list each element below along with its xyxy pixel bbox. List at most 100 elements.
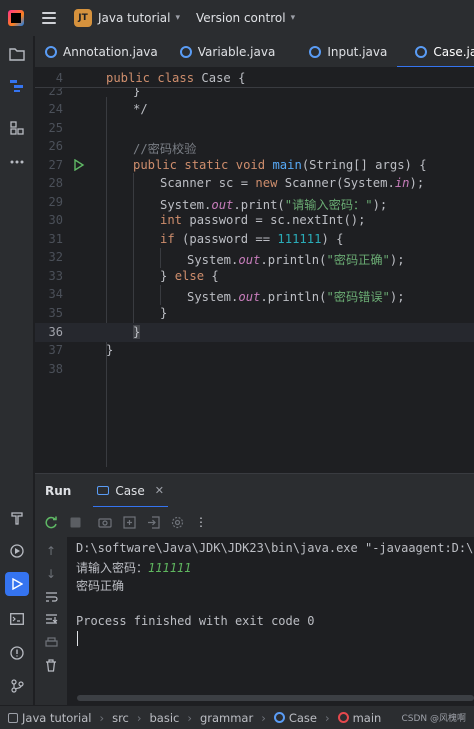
project-name[interactable]: Java tutorial (98, 11, 170, 25)
tab-label: Variable.java (197, 44, 276, 59)
run-toolbar: ⋮ (35, 507, 474, 537)
java-class-icon (273, 712, 285, 723)
left-tool-strip (0, 36, 34, 705)
console-command-line: D:\software\Java\JDK\JDK23\bin\java.exe … (76, 541, 474, 555)
chevron-down-icon[interactable]: ▾ (175, 13, 180, 23)
line-number: 37 (48, 343, 63, 357)
code-line-30: int password = sc.nextInt(); (160, 213, 366, 227)
breadcrumb-item[interactable]: Case (289, 711, 317, 725)
run-main-gutter-icon[interactable] (73, 158, 85, 172)
arrow-up-icon[interactable]: ↑ (43, 543, 59, 559)
run-panel-header: Run Case ✕ (35, 473, 474, 508)
tab-annotation[interactable]: Annotation.java (35, 36, 168, 67)
structure-icon[interactable] (7, 76, 27, 96)
code-line-34: System.out.println("密码错误"); (187, 290, 405, 304)
arrow-down-icon[interactable]: ↓ (43, 566, 59, 582)
intellij-logo-icon[interactable] (8, 10, 24, 26)
sticky-code: public class Case { (106, 71, 246, 85)
breadcrumb-separator: › (324, 710, 330, 725)
horizontal-scrollbar[interactable] (77, 695, 474, 701)
run-tab-case[interactable]: Case ✕ (93, 474, 168, 508)
line-number: 27 (48, 158, 63, 172)
breadcrumb-item[interactable]: main (353, 711, 382, 725)
code-editor[interactable]: 23 24 25 26 27 28 29 30 31 32 33 34 35 3… (35, 69, 474, 473)
plugins-icon[interactable] (7, 118, 27, 138)
indent-guide (106, 97, 107, 467)
run-panel-title: Run (45, 483, 72, 498)
code-line-27: public static void main(String[] args) { (133, 158, 427, 172)
java-class-icon (415, 45, 428, 58)
breadcrumb-separator: › (136, 710, 142, 725)
rerun-icon[interactable] (43, 514, 59, 530)
code-line-29: System.out.print("请输入密码："); (160, 198, 388, 212)
project-badge[interactable]: JT (74, 9, 92, 27)
line-number-current: 36 (48, 325, 63, 339)
line-number: 4 (55, 71, 63, 85)
problems-icon[interactable] (7, 643, 27, 663)
method-icon (337, 712, 349, 723)
terminal-icon[interactable] (7, 609, 27, 629)
line-number: 25 (48, 121, 63, 135)
status-bar: Java tutorial › src › basic › grammar › … (0, 705, 474, 729)
tab-input[interactable]: Input.java (285, 36, 397, 67)
chevron-down-icon[interactable]: ▾ (291, 13, 296, 23)
main-menu-icon[interactable] (42, 12, 56, 24)
sticky-scroll-header[interactable]: 4 public class Case { (35, 69, 474, 88)
version-control-menu[interactable]: Version control (196, 11, 286, 25)
close-icon[interactable]: ✕ (155, 484, 164, 497)
java-class-icon (309, 45, 322, 58)
breadcrumb-item[interactable]: src (112, 711, 129, 725)
watermark: CSDN @风槐啊 (401, 714, 466, 724)
line-number: 35 (48, 306, 63, 320)
more-tools-icon[interactable] (7, 152, 27, 172)
breadcrumb-item[interactable]: Java tutorial (22, 711, 91, 725)
soft-wrap-icon[interactable] (43, 589, 59, 605)
indent-guide (160, 285, 161, 305)
java-class-icon (179, 45, 192, 58)
more-options-icon[interactable]: ⋮ (193, 514, 209, 530)
code-line-31: if (password == 111111) { (160, 232, 344, 246)
indent-guide (160, 248, 161, 268)
code-line-32: System.out.println("密码正确"); (187, 253, 405, 267)
stop-icon[interactable] (67, 514, 83, 530)
tab-variable[interactable]: Variable.java (168, 36, 286, 67)
services-icon[interactable] (7, 541, 27, 561)
indent-guide (133, 173, 134, 329)
run-tool-icon[interactable] (5, 572, 29, 596)
line-number: 26 (48, 139, 63, 153)
console-result-line: 密码正确 (76, 579, 125, 593)
git-icon[interactable] (7, 676, 27, 696)
exit-icon[interactable] (145, 514, 161, 530)
breadcrumb-item[interactable]: basic (149, 711, 179, 725)
line-number: 30 (48, 213, 63, 227)
print-icon[interactable] (43, 635, 59, 651)
editor-tabs: Annotation.java Variable.java Input.java… (35, 36, 474, 68)
java-class-icon (45, 45, 57, 58)
line-number: 38 (48, 362, 63, 376)
console-icon (97, 486, 110, 495)
tab-label: Case.java (433, 44, 474, 59)
console-exit-line: Process finished with exit code 0 (76, 614, 315, 628)
line-number: 24 (48, 102, 63, 116)
settings-gear-icon[interactable] (169, 514, 185, 530)
line-number: 31 (48, 232, 63, 246)
trash-icon[interactable] (43, 657, 59, 673)
module-icon (8, 712, 18, 723)
console-output[interactable]: D:\software\Java\JDK\JDK23\bin\java.exe … (67, 537, 474, 705)
line-number: 33 (48, 269, 63, 283)
build-hammer-icon[interactable] (7, 508, 27, 528)
project-folder-icon[interactable] (7, 44, 27, 64)
breadcrumb-separator: › (187, 710, 192, 725)
tab-case[interactable]: Case.java (397, 36, 474, 67)
restore-layout-icon[interactable] (121, 514, 137, 530)
title-bar: JT Java tutorial ▾ Version control ▾ (0, 0, 474, 36)
camera-icon[interactable] (97, 514, 113, 530)
line-number: 28 (48, 176, 63, 190)
breadcrumb-item[interactable]: grammar (200, 711, 253, 725)
scroll-to-end-icon[interactable] (43, 612, 59, 628)
breadcrumb-separator: › (99, 710, 105, 725)
current-line-highlight (35, 323, 474, 342)
console-prompt-line: 请输入密码：111111 (76, 561, 192, 575)
run-tab-label: Case (115, 483, 145, 498)
line-number: 34 (48, 287, 63, 301)
